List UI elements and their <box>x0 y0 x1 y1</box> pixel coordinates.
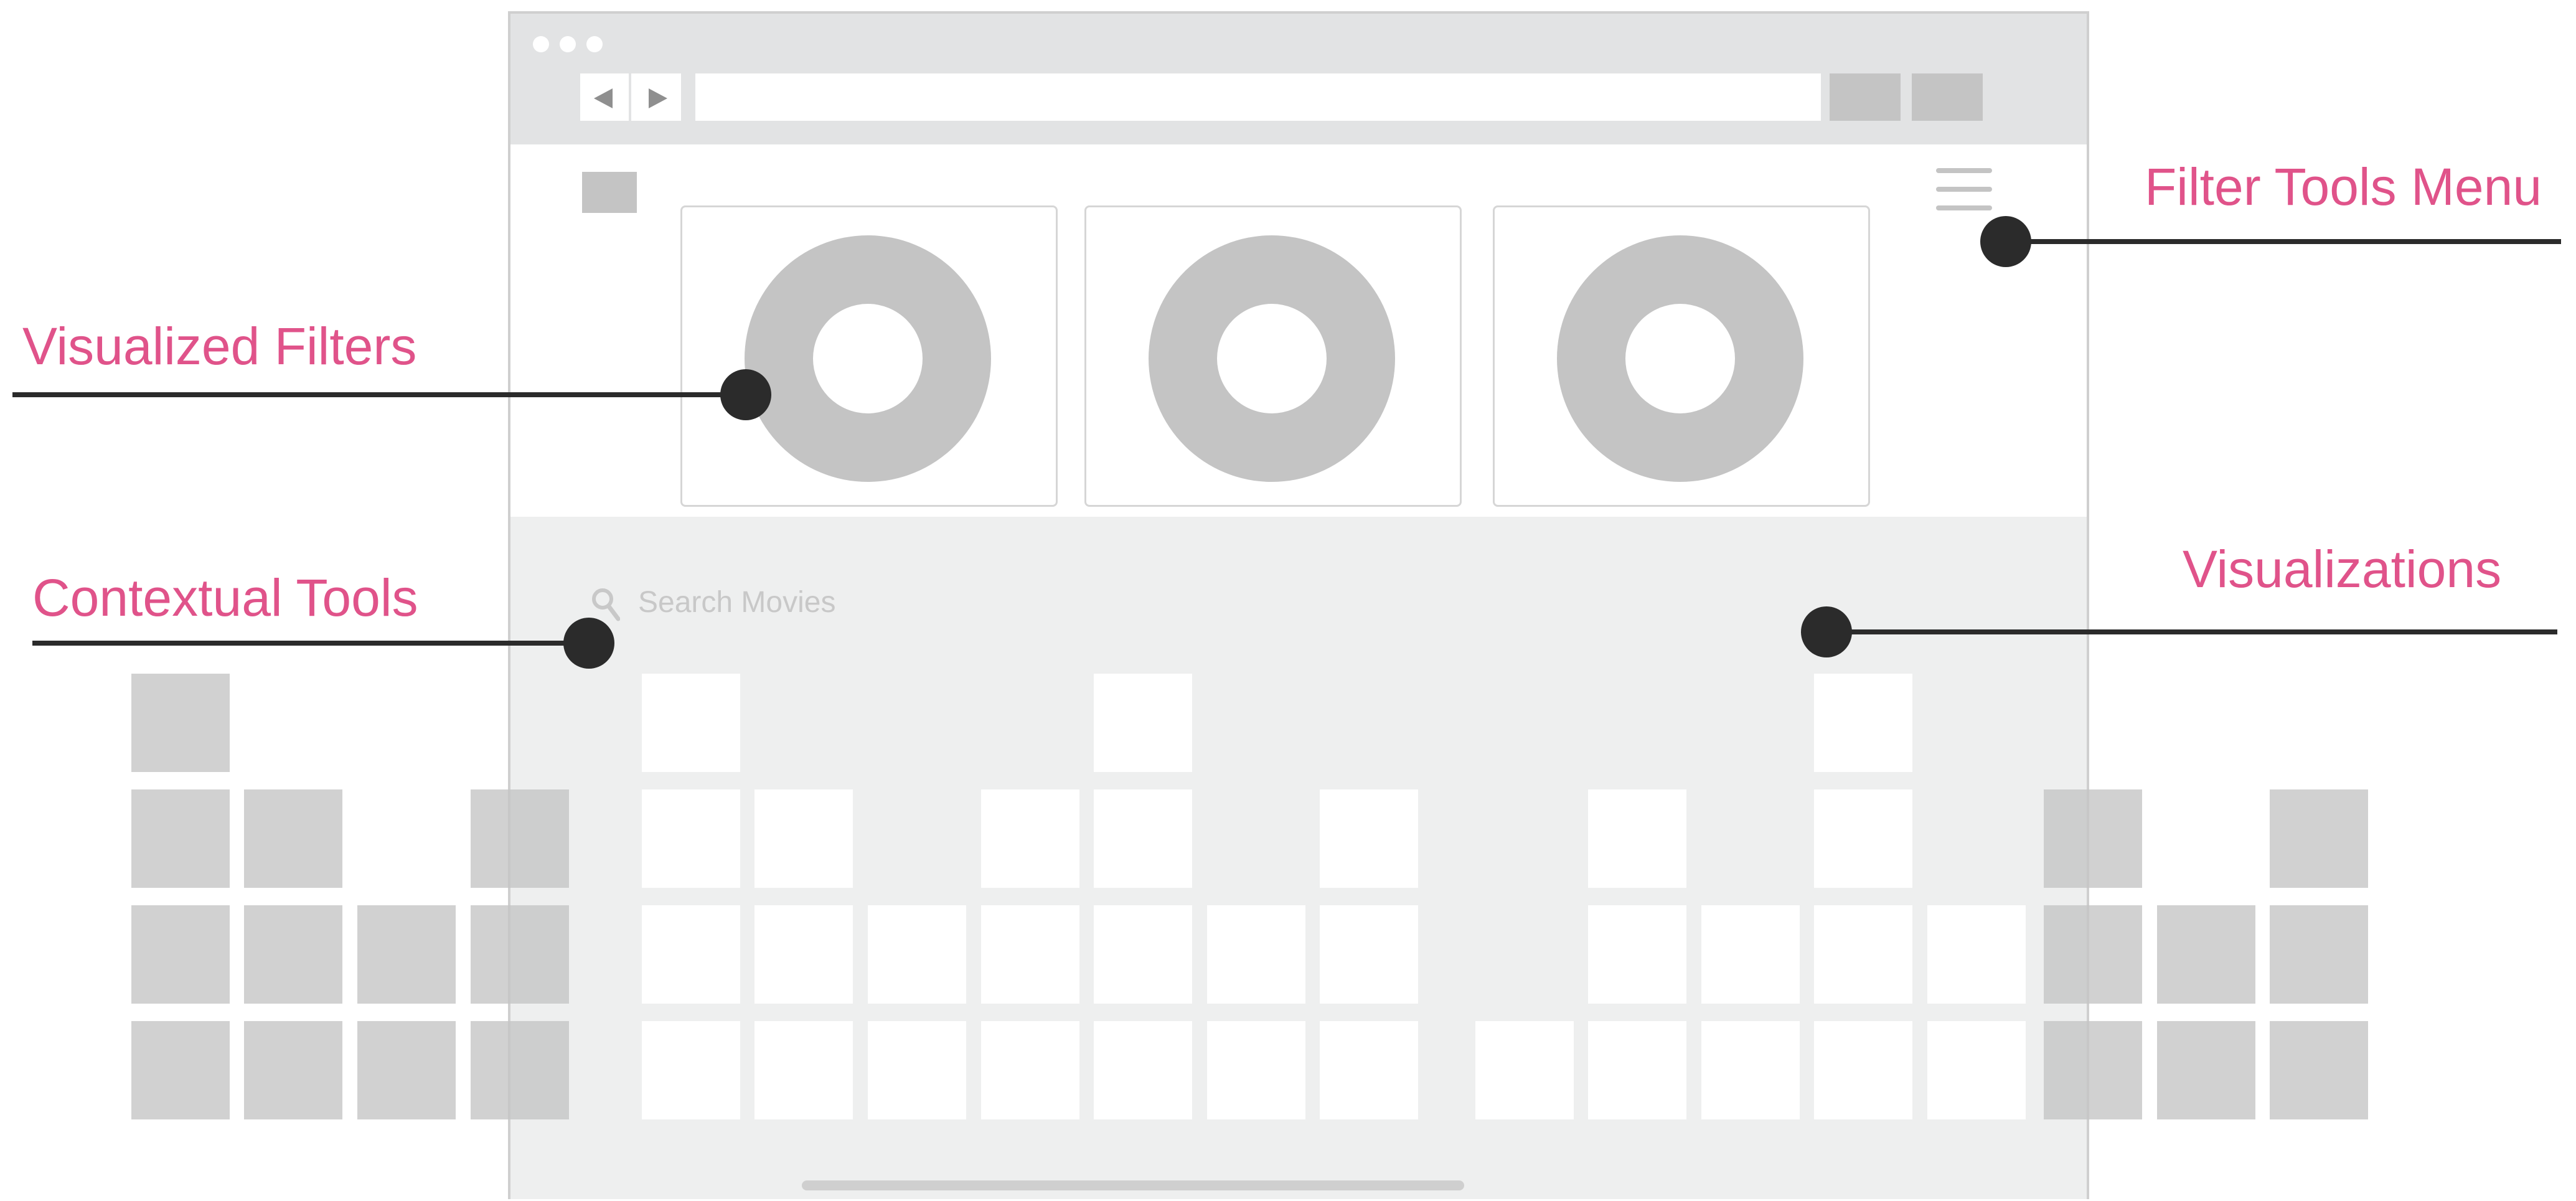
movie-tile[interactable] <box>1588 1021 1686 1119</box>
offscreen-movie-tile <box>2157 905 2255 1004</box>
annotation-marker <box>563 618 614 669</box>
logo-placeholder <box>582 172 637 213</box>
offscreen-movie-tile <box>244 789 342 888</box>
arrow-left-icon <box>594 88 613 108</box>
annotation-leader-line <box>2006 239 2561 244</box>
movie-tile[interactable] <box>1094 1021 1192 1119</box>
annotation-marker <box>1801 606 1852 657</box>
search-input[interactable]: Search Movies <box>638 584 835 621</box>
movie-tile[interactable] <box>1094 674 1192 772</box>
annotation-contextual-tools: Contextual Tools <box>32 568 418 627</box>
offscreen-movie-tile <box>357 905 456 1004</box>
offscreen-movie-tile <box>471 1021 569 1119</box>
annotation-marker <box>1980 216 2031 267</box>
donut-filter-card[interactable] <box>1493 205 1870 507</box>
movie-tile[interactable] <box>1701 905 1800 1004</box>
address-bar[interactable] <box>695 73 1821 121</box>
offscreen-movie-tile <box>131 1021 230 1119</box>
offscreen-movie-tile <box>131 905 230 1004</box>
offscreen-movie-tile <box>471 905 569 1004</box>
offscreen-movie-tile <box>2270 1021 2368 1119</box>
donut-chart[interactable] <box>745 235 991 482</box>
movie-tile[interactable] <box>1207 905 1305 1004</box>
movie-tile[interactable] <box>1588 789 1686 888</box>
movie-tile[interactable] <box>1207 1021 1305 1119</box>
movie-tile[interactable] <box>642 789 740 888</box>
movie-tile[interactable] <box>1927 905 2026 1004</box>
offscreen-movie-tile <box>2044 789 2142 888</box>
movie-tile[interactable] <box>642 905 740 1004</box>
annotation-marker <box>720 369 771 420</box>
annotation-leader-line <box>32 641 589 646</box>
movie-tile[interactable] <box>868 1021 966 1119</box>
offscreen-movie-tile <box>244 1021 342 1119</box>
movie-tile[interactable] <box>1475 1021 1574 1119</box>
movie-tile[interactable] <box>1814 905 1912 1004</box>
offscreen-movie-tile <box>357 1021 456 1119</box>
search-icon <box>592 588 620 621</box>
window-dot-icon[interactable] <box>533 36 549 52</box>
arrow-right-icon <box>649 88 667 108</box>
annotation-leader-line <box>1826 629 2557 634</box>
offscreen-movie-tile <box>2157 1021 2255 1119</box>
movie-tile[interactable] <box>754 1021 853 1119</box>
movie-tile[interactable] <box>1320 1021 1418 1119</box>
offscreen-movie-tile <box>2270 789 2368 888</box>
forward-button[interactable] <box>631 73 681 121</box>
toolbar-button[interactable] <box>1830 73 1901 121</box>
movie-tile[interactable] <box>1927 1021 2026 1119</box>
movie-tile[interactable] <box>1320 905 1418 1004</box>
movie-tile[interactable] <box>754 789 853 888</box>
window-dot-icon[interactable] <box>586 36 603 52</box>
annotation-visualized-filters: Visualized Filters <box>22 317 417 375</box>
movie-tile[interactable] <box>1814 674 1912 772</box>
offscreen-movie-tile <box>471 789 569 888</box>
toolbar-button[interactable] <box>1912 73 1983 121</box>
donut-filter-card[interactable] <box>680 205 1058 507</box>
horizontal-scrollbar[interactable] <box>802 1180 1464 1190</box>
donut-chart[interactable] <box>1557 235 1803 482</box>
movie-tile[interactable] <box>981 789 1079 888</box>
offscreen-movie-tile <box>244 905 342 1004</box>
movie-tile[interactable] <box>868 905 966 1004</box>
movie-tile[interactable] <box>1094 789 1192 888</box>
movie-tile[interactable] <box>642 1021 740 1119</box>
movie-tile[interactable] <box>1814 1021 1912 1119</box>
offscreen-movie-tile <box>2270 905 2368 1004</box>
movie-tile[interactable] <box>1814 789 1912 888</box>
annotation-visualizations: Visualizations <box>2183 540 2502 598</box>
movie-tile[interactable] <box>1094 905 1192 1004</box>
offscreen-movie-tile <box>2044 905 2142 1004</box>
movie-tile[interactable] <box>642 674 740 772</box>
movie-tile[interactable] <box>1588 905 1686 1004</box>
movie-tile[interactable] <box>1701 1021 1800 1119</box>
window-dot-icon[interactable] <box>560 36 576 52</box>
annotation-filter-tools-menu: Filter Tools Menu <box>2145 158 2542 216</box>
movie-tile[interactable] <box>981 1021 1079 1119</box>
movie-tile[interactable] <box>754 905 853 1004</box>
back-button[interactable] <box>580 73 630 121</box>
offscreen-movie-tile <box>131 674 230 772</box>
movie-tile[interactable] <box>981 905 1079 1004</box>
annotation-leader-line <box>12 392 746 397</box>
donut-filter-card[interactable] <box>1084 205 1462 507</box>
offscreen-movie-tile <box>2044 1021 2142 1119</box>
movie-tile[interactable] <box>1320 789 1418 888</box>
donut-chart[interactable] <box>1149 235 1395 482</box>
offscreen-movie-tile <box>131 789 230 888</box>
